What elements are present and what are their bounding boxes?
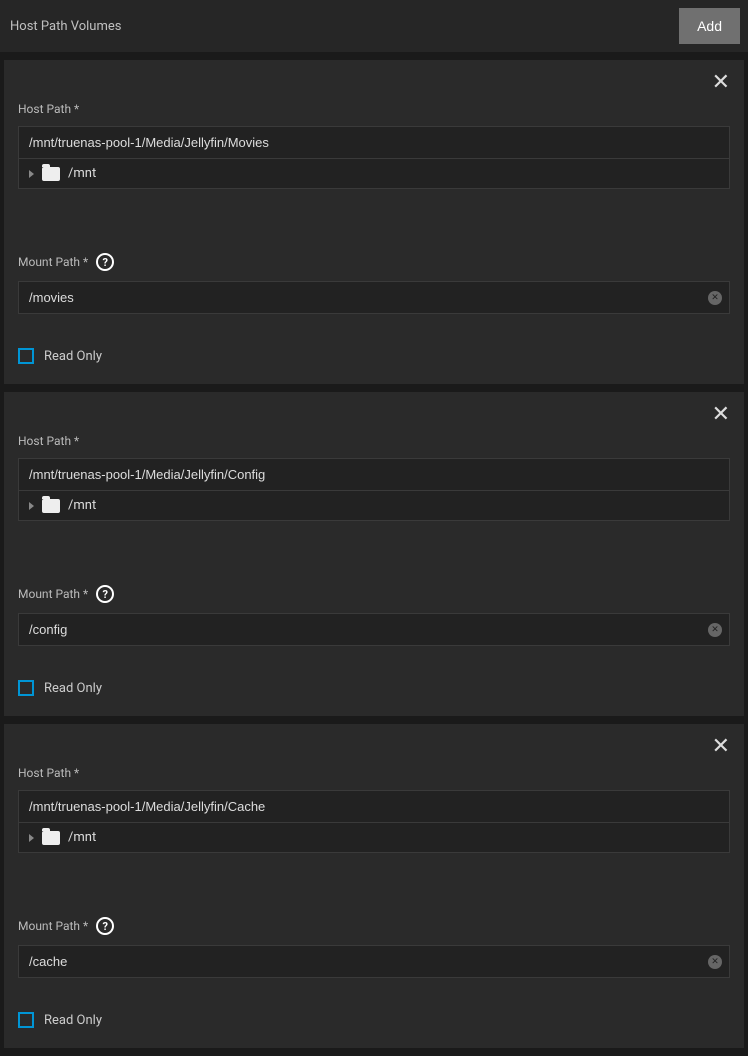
clear-icon[interactable]: ✕ — [708, 291, 722, 305]
mount-path-label: Mount Path * ? — [18, 253, 730, 271]
label-text: Host Path * — [18, 102, 79, 116]
expand-icon[interactable] — [29, 170, 34, 178]
read-only-row: Read Only — [18, 1012, 730, 1028]
folder-icon — [42, 499, 60, 513]
host-path-label: Host Path * — [18, 102, 730, 116]
host-path-label: Host Path * — [18, 766, 730, 780]
close-icon[interactable]: ✕ — [712, 736, 730, 758]
read-only-checkbox[interactable] — [18, 348, 34, 364]
mount-path-field: Mount Path * ? ✕ — [18, 253, 730, 314]
close-icon[interactable]: ✕ — [712, 72, 730, 94]
host-path-input[interactable] — [18, 458, 730, 491]
help-icon[interactable]: ? — [96, 253, 114, 271]
host-path-field: Host Path * /mnt — [18, 434, 730, 521]
host-path-input[interactable] — [18, 126, 730, 159]
mount-path-field: Mount Path * ? ✕ — [18, 585, 730, 646]
host-path-field: Host Path * /mnt — [18, 766, 730, 853]
help-icon[interactable]: ? — [96, 585, 114, 603]
read-only-label: Read Only — [44, 349, 102, 364]
section-title: Host Path Volumes — [10, 19, 121, 34]
read-only-row: Read Only — [18, 680, 730, 696]
label-text: Mount Path * — [18, 255, 88, 269]
read-only-checkbox[interactable] — [18, 680, 34, 696]
folder-icon — [42, 831, 60, 845]
mount-path-field: Mount Path * ? ✕ — [18, 917, 730, 978]
folder-icon — [42, 167, 60, 181]
clear-icon[interactable]: ✕ — [708, 623, 722, 637]
mount-path-label: Mount Path * ? — [18, 585, 730, 603]
section-header: Host Path Volumes Add — [0, 0, 748, 52]
label-text: Host Path * — [18, 766, 79, 780]
host-path-label: Host Path * — [18, 434, 730, 448]
close-icon[interactable]: ✕ — [712, 404, 730, 426]
volume-card: ✕ Host Path * /mnt Mount Path * ? ✕ Read… — [4, 724, 744, 1048]
folder-root-label: /mnt — [68, 166, 96, 181]
clear-icon[interactable]: ✕ — [708, 955, 722, 969]
expand-icon[interactable] — [29, 502, 34, 510]
host-path-input[interactable] — [18, 790, 730, 823]
mount-path-input[interactable] — [18, 281, 730, 314]
folder-picker-row[interactable]: /mnt — [18, 491, 730, 521]
folder-root-label: /mnt — [68, 498, 96, 513]
folder-picker-row[interactable]: /mnt — [18, 159, 730, 189]
mount-path-label: Mount Path * ? — [18, 917, 730, 935]
folder-picker-row[interactable]: /mnt — [18, 823, 730, 853]
add-button[interactable]: Add — [679, 8, 740, 44]
expand-icon[interactable] — [29, 834, 34, 842]
host-path-field: Host Path * /mnt — [18, 102, 730, 189]
read-only-row: Read Only — [18, 348, 730, 364]
read-only-checkbox[interactable] — [18, 1012, 34, 1028]
folder-root-label: /mnt — [68, 830, 96, 845]
read-only-label: Read Only — [44, 1013, 102, 1028]
volume-card: ✕ Host Path * /mnt Mount Path * ? ✕ Read… — [4, 60, 744, 384]
mount-path-input[interactable] — [18, 945, 730, 978]
label-text: Mount Path * — [18, 919, 88, 933]
label-text: Host Path * — [18, 434, 79, 448]
read-only-label: Read Only — [44, 681, 102, 696]
help-icon[interactable]: ? — [96, 917, 114, 935]
label-text: Mount Path * — [18, 587, 88, 601]
mount-path-input[interactable] — [18, 613, 730, 646]
volume-card: ✕ Host Path * /mnt Mount Path * ? ✕ Read… — [4, 392, 744, 716]
